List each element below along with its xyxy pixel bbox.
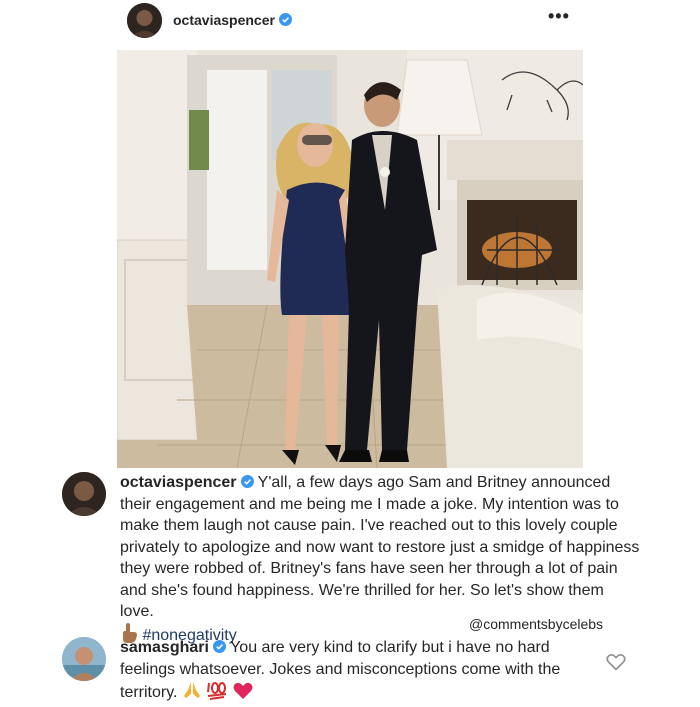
verified-badge-icon	[212, 640, 226, 653]
post-username[interactable]: octaviaspencer	[173, 12, 275, 28]
profile-avatar[interactable]	[127, 3, 162, 38]
more-options-icon[interactable]: •••	[548, 6, 570, 27]
commenter-avatar[interactable]	[62, 472, 106, 516]
verified-badge-icon	[240, 475, 254, 488]
comment-text: Y'all, a few days ago Sam and Britney an…	[120, 474, 640, 620]
reply-avatar[interactable]	[62, 637, 106, 681]
comment-samasghari: samasghari You are very kind to clarify …	[120, 637, 580, 707]
post-username-row[interactable]: octaviaspencer	[173, 12, 292, 28]
praying-hands-icon	[182, 680, 202, 707]
post-header: octaviaspencer •••	[0, 0, 700, 44]
post-photo[interactable]	[117, 50, 583, 468]
reply-username[interactable]: samasghari	[120, 639, 209, 656]
credit-watermark: @commentsbycelebs	[469, 616, 604, 632]
hundred-points-icon	[206, 680, 228, 707]
red-heart-icon	[233, 682, 253, 707]
verified-badge-icon	[278, 13, 292, 26]
like-heart-icon[interactable]	[606, 653, 626, 671]
comment-username[interactable]: octaviaspencer	[120, 474, 237, 491]
